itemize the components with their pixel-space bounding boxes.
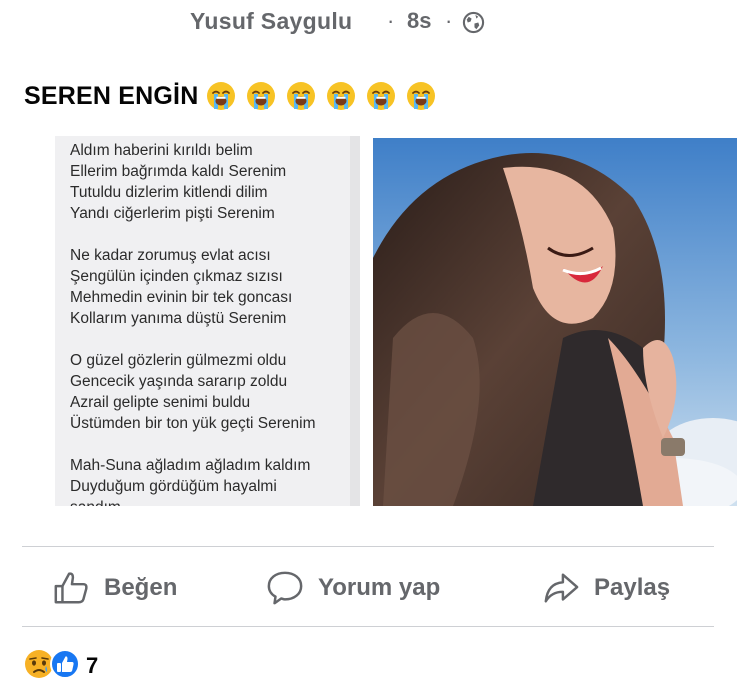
share-button[interactable]: Paylaş <box>542 567 670 609</box>
poem-line: Ellerim bağrımda kaldı Serenim <box>70 163 287 180</box>
loudly-crying-face-icon <box>366 81 396 111</box>
post-text: SEREN ENGİN <box>24 78 446 114</box>
poem-line: Mehmedin evinin bir tek goncası <box>70 289 293 306</box>
poem-line: Üstümden bir ton yük geçti Serenim <box>70 415 316 432</box>
post-time[interactable]: 8s <box>407 8 431 34</box>
loudly-crying-face-icon <box>206 81 236 111</box>
comment-bubble-icon <box>266 569 304 607</box>
poem-line: Mah-Suna ağladım ağladım kaldım <box>70 457 311 474</box>
divider <box>22 546 714 547</box>
poem-image[interactable]: Aldım haberini kırıldı belim Ellerim bağr… <box>0 136 370 506</box>
share-label: Paylaş <box>594 574 671 601</box>
poem-line: Tutuldu dizlerim kitlendi dilim <box>70 184 268 201</box>
poem-line: Kollarım yanıma düştü Serenim <box>70 310 287 327</box>
comment-label: Yorum yap <box>318 574 441 601</box>
loudly-crying-face-icon <box>246 81 276 111</box>
like-reaction-icon <box>50 648 80 684</box>
like-label: Beğen <box>104 574 178 601</box>
divider <box>22 626 714 627</box>
loudly-crying-face-icon <box>286 81 316 111</box>
reaction-count: 7 <box>86 653 99 678</box>
poem-line: Aldım haberini kırıldı belim <box>70 142 253 159</box>
post-header: Yusuf Saygulu · 8s · <box>0 2 737 42</box>
meta-separator: · <box>445 8 453 33</box>
poem-line: sandım <box>70 499 121 506</box>
poem-line: Şengülün içinden çıkmaz sızısı <box>70 268 283 285</box>
post-title: SEREN ENGİN <box>24 81 199 110</box>
poem-line: Ne kadar zorumuş evlat acısı <box>70 247 271 264</box>
poem-line: Gencecik yaşında sararıp zoldu <box>70 373 288 390</box>
loudly-crying-face-icon <box>406 81 436 111</box>
poem-paper-edge <box>350 136 360 506</box>
poem-line: Azrail gelipte senimi buldu <box>70 394 251 411</box>
reactions-summary[interactable]: 7 <box>24 648 99 684</box>
share-arrow-icon <box>542 569 580 607</box>
thumbs-up-icon <box>52 569 90 607</box>
poem-line: Duyduğum gördüğüm hayalmi <box>70 478 277 495</box>
poem-line: O güzel gözlerin gülmezmi oldu <box>70 352 287 369</box>
comment-button[interactable]: Yorum yap <box>266 567 440 609</box>
post-photo[interactable] <box>373 138 737 506</box>
author-name[interactable]: Yusuf Saygulu <box>190 8 352 35</box>
poem-line: Yandı ciğerlerim pişti Serenim <box>70 205 275 222</box>
globe-icon <box>462 11 485 34</box>
meta-separator: · <box>387 8 395 33</box>
like-button[interactable]: Beğen <box>52 567 177 609</box>
loudly-crying-face-icon <box>326 81 356 111</box>
